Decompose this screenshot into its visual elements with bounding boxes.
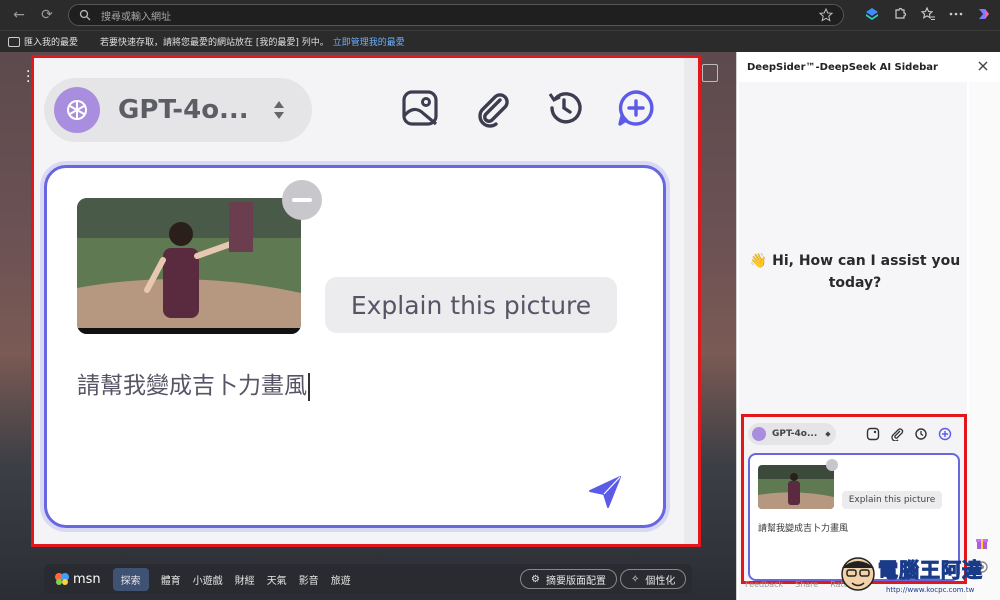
prompt-input[interactable]: 請幫我變成吉卜力畫風 bbox=[77, 366, 310, 401]
prompt-composer[interactable]: Explain this picture 請幫我變成吉卜力畫風 bbox=[44, 165, 666, 528]
favorites-message: 若要快速存取，請將您最愛的網站放在 [我的最愛] 列中。 bbox=[100, 38, 329, 48]
gift-icon[interactable] bbox=[975, 536, 989, 550]
sidebar-remove-image-button[interactable] bbox=[826, 459, 838, 471]
extensions-puzzle-icon[interactable] bbox=[892, 6, 908, 22]
paperclip-icon[interactable] bbox=[472, 88, 512, 128]
sidebar-paperclip-icon[interactable] bbox=[890, 427, 904, 441]
openai-logo-icon bbox=[54, 87, 100, 133]
extension-deepsider-icon[interactable] bbox=[864, 6, 880, 22]
zoomed-side-strip bbox=[684, 58, 698, 544]
msn-tab-video[interactable]: 影音 bbox=[299, 572, 319, 587]
kocpc-watermark: 電腦王阿達 http://www.kocpc.com.tw bbox=[834, 550, 1000, 600]
favorites-bar: 匯入我的最愛 若要快速存取，請將您最愛的網站放在 [我的最愛] 列中。 立即管理… bbox=[0, 30, 1000, 52]
watermark-text: 電腦王阿達 bbox=[878, 558, 983, 583]
personalize-button[interactable]: ✧ 個性化 bbox=[620, 569, 687, 589]
manage-favorites-link[interactable]: 立即管理我的最愛 bbox=[333, 35, 405, 48]
sliders-icon: ⚙ bbox=[531, 573, 540, 585]
greeting-line-2: today? bbox=[828, 275, 882, 291]
zoomed-composer-panel: GPT-4o... Explain this picture 請幫我變成吉卜力畫… bbox=[31, 55, 701, 547]
sidebar-openai-logo-icon bbox=[752, 427, 766, 441]
back-icon[interactable]: ← bbox=[10, 6, 28, 24]
msn-logo-text: msn bbox=[73, 571, 101, 587]
favorites-icon[interactable] bbox=[920, 6, 936, 22]
sidebar-chevron-updown-icon: ◆ bbox=[825, 430, 831, 438]
history-icon[interactable] bbox=[544, 88, 584, 128]
msn-butterfly-icon bbox=[55, 573, 69, 585]
msn-tab-travel[interactable]: 旅遊 bbox=[331, 572, 351, 587]
sidebar-right-strip bbox=[969, 82, 1000, 600]
msn-tab-discover[interactable]: 探索 bbox=[112, 567, 149, 591]
sidebar-history-icon[interactable] bbox=[914, 427, 928, 441]
sidebar-title: DeepSider™-DeepSeek AI Sidebar bbox=[747, 61, 938, 73]
page-corner-icon[interactable] bbox=[702, 64, 718, 82]
msn-logo[interactable]: msn bbox=[54, 572, 101, 587]
layout-settings-button[interactable]: ⚙ 摘要版面配置 bbox=[520, 569, 617, 589]
mascot-face-icon bbox=[841, 557, 875, 591]
deepsider-sidebar: DeepSider™-DeepSeek AI Sidebar 👋 Hi, How… bbox=[736, 52, 1000, 600]
greeting-line-1: 👋 Hi, How can I assist you bbox=[749, 253, 961, 269]
favorite-star-icon[interactable] bbox=[819, 8, 833, 22]
sidebar-explain-picture-chip[interactable]: Explain this picture bbox=[842, 491, 942, 509]
chevron-updown-icon bbox=[274, 101, 284, 119]
msn-tab-games[interactable]: 小遊戲 bbox=[193, 572, 223, 587]
sidebar-header: DeepSider™-DeepSeek AI Sidebar bbox=[737, 52, 1000, 82]
refresh-icon[interactable]: ⟳ bbox=[38, 6, 56, 24]
msn-tab-finance[interactable]: 財經 bbox=[235, 572, 255, 587]
page-menu-icon[interactable]: · · · bbox=[26, 65, 30, 89]
import-favorites-button[interactable]: 匯入我的最愛 bbox=[8, 35, 78, 48]
model-selector[interactable]: GPT-4o... bbox=[44, 78, 312, 142]
share-link[interactable]: Share bbox=[795, 580, 818, 589]
new-chat-plus-icon[interactable] bbox=[616, 88, 656, 128]
prompt-text: 請幫我變成吉卜力畫風 bbox=[77, 373, 307, 399]
layout-settings-label: 摘要版面配置 bbox=[545, 575, 606, 587]
sidebar-attached-image[interactable] bbox=[758, 465, 834, 509]
sidebar-prompt-text[interactable]: 請幫我變成吉卜力畫風 bbox=[758, 521, 848, 534]
remove-image-button[interactable] bbox=[282, 180, 322, 220]
browser-toolbar: ← ⟳ 搜尋或輸入網址 bbox=[0, 0, 1000, 30]
close-icon[interactable] bbox=[977, 60, 989, 72]
greeting-text: 👋 Hi, How can I assist you today? bbox=[747, 250, 963, 294]
image-sticker-icon[interactable] bbox=[400, 88, 440, 128]
sidebar-model-selector[interactable]: GPT-4o... ◆ bbox=[748, 423, 836, 445]
address-placeholder: 搜尋或輸入網址 bbox=[101, 11, 171, 23]
msn-tab-sports[interactable]: 體育 bbox=[161, 572, 181, 587]
sidebar-image-icon[interactable] bbox=[866, 427, 880, 441]
attached-image-thumbnail[interactable] bbox=[77, 198, 301, 334]
msn-feed-bar: msn 探索 體育 小遊戲 財經 天氣 影音 旅遊 ⚙ 摘要版面配置 ✧ 個性化 bbox=[44, 564, 692, 594]
zoomed-composer-background: GPT-4o... Explain this picture 請幫我變成吉卜力畫… bbox=[34, 58, 698, 544]
more-menu-icon[interactable] bbox=[948, 6, 964, 22]
import-favorites-label: 匯入我的最愛 bbox=[24, 38, 79, 48]
folder-icon bbox=[8, 36, 20, 47]
sparkle-icon: ✧ bbox=[631, 573, 640, 585]
copilot-icon[interactable] bbox=[976, 6, 992, 22]
address-bar[interactable]: 搜尋或輸入網址 bbox=[68, 4, 844, 26]
model-name: GPT-4o... bbox=[118, 95, 249, 125]
send-icon[interactable] bbox=[587, 474, 623, 510]
msn-tab-weather[interactable]: 天氣 bbox=[267, 572, 287, 587]
feedback-link[interactable]: Feedback bbox=[745, 580, 783, 589]
search-icon bbox=[79, 9, 91, 21]
sidebar-model-name: GPT-4o... bbox=[772, 429, 818, 439]
personalize-label: 個性化 bbox=[645, 575, 676, 587]
explain-picture-chip[interactable]: Explain this picture bbox=[325, 277, 617, 333]
watermark-url: http://www.kocpc.com.tw bbox=[886, 586, 975, 594]
text-cursor bbox=[308, 372, 310, 401]
sidebar-new-chat-icon[interactable] bbox=[938, 427, 952, 441]
